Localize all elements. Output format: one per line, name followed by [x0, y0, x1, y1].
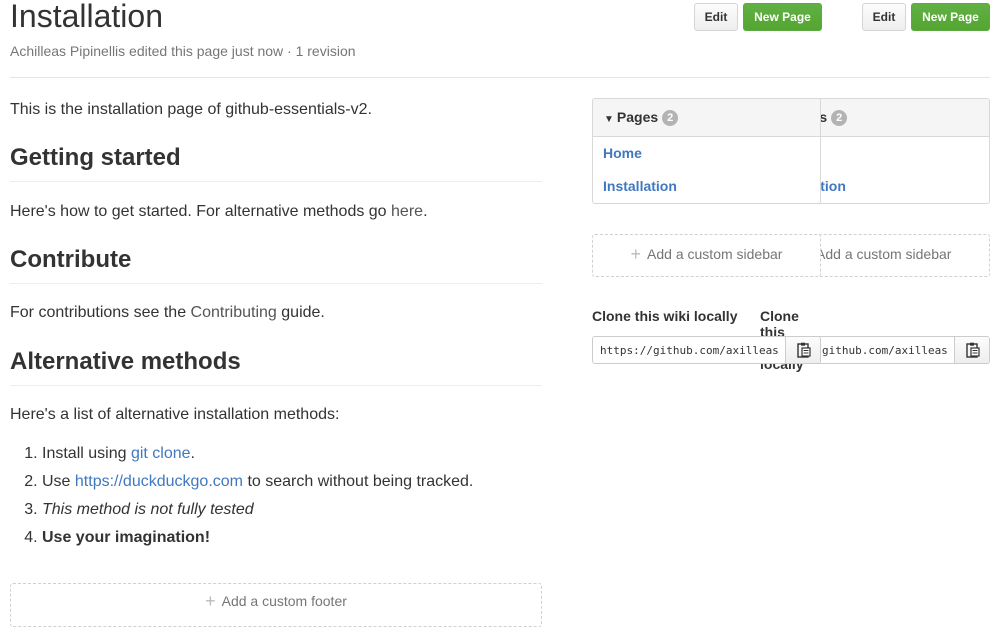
- clipboard-icon: [797, 342, 811, 358]
- contribute-text: For contributions see the Contributing g…: [10, 300, 325, 325]
- duckduckgo-link[interactable]: https://duckduckgo.com: [75, 473, 243, 490]
- caret-down-icon: ▼: [604, 114, 614, 125]
- list-item-text: to search without being tracked.: [243, 473, 474, 490]
- list-item-text: .: [190, 445, 195, 462]
- list-item: Install using git clone.: [42, 440, 473, 468]
- clone-title: Clone this wiki locally: [592, 308, 738, 324]
- header-divider: [10, 77, 990, 78]
- page-revision-meta: Achilleas Pipinellis edited this page ju…: [10, 43, 356, 59]
- add-custom-sidebar-button[interactable]: + Add a custom sidebar: [592, 234, 821, 277]
- clipboard-icon: [966, 342, 980, 358]
- pages-label: Pages: [616, 109, 659, 125]
- alternative-methods-text: Here's a list of alternative installatio…: [10, 406, 340, 423]
- new-page-button-duplicate[interactable]: New Page: [911, 3, 990, 31]
- copy-to-clipboard-button-duplicate[interactable]: [954, 337, 989, 363]
- contribute-text-after: guide.: [276, 304, 325, 321]
- list-item-text: Use your imagination!: [42, 529, 211, 546]
- add-custom-sidebar-label: Add a custom sidebar: [816, 246, 952, 262]
- heading-alternative-methods: Alternative methods: [10, 347, 542, 386]
- sidebar-pane: ▼ Pages 2 Home Installation + Add a custom …: [592, 0, 821, 625]
- contributing-link[interactable]: Contributing: [191, 304, 277, 321]
- page-link-label[interactable]: Installation: [603, 178, 677, 194]
- heading-contribute: Contribute: [10, 245, 542, 284]
- intro-text: This is the installation page of github-…: [10, 101, 372, 118]
- methods-list: Install using git clone. Use https://duc…: [10, 440, 473, 552]
- plus-icon: +: [205, 591, 216, 611]
- list-item-text: Use: [42, 473, 75, 490]
- list-item-text: Install using: [42, 445, 131, 462]
- heading-getting-started: Getting started: [10, 143, 542, 182]
- copy-to-clipboard-button[interactable]: [785, 337, 820, 363]
- page-link-installation[interactable]: Installation: [593, 170, 820, 203]
- add-custom-sidebar-label: Add a custom sidebar: [647, 246, 783, 262]
- page-title: Installation: [10, 0, 163, 34]
- getting-started-text-after: .: [423, 203, 428, 220]
- page-link-home[interactable]: Home: [593, 137, 820, 170]
- pages-header[interactable]: ▼ Pages 2: [593, 99, 820, 137]
- add-custom-footer-button[interactable]: + Add a custom footer: [10, 583, 542, 627]
- edit-button-duplicate[interactable]: Edit: [862, 3, 906, 31]
- getting-started-text: Here's how to get started. For alternati…: [10, 199, 428, 224]
- list-item: This method is not fully tested: [42, 496, 473, 524]
- pages-count-badge: 2: [662, 110, 679, 126]
- here-link[interactable]: here: [391, 203, 423, 220]
- contribute-text-before: For contributions see the: [10, 304, 191, 321]
- page-link-label[interactable]: Home: [603, 145, 642, 161]
- add-custom-footer-label: Add a custom footer: [221, 593, 347, 609]
- pages-box: ▼ Pages 2 Home Installation: [592, 98, 821, 204]
- pages-count-badge: 2: [831, 110, 848, 126]
- list-item-text: This method is not fully tested: [42, 501, 254, 518]
- list-item: Use your imagination!: [42, 524, 473, 552]
- clone-url-group: [592, 336, 821, 364]
- list-item: Use https://duckduckgo.com to search wit…: [42, 468, 473, 496]
- git-clone-link[interactable]: git clone: [131, 445, 191, 462]
- plus-icon: +: [630, 244, 642, 264]
- getting-started-text-before: Here's how to get started. For alternati…: [10, 203, 392, 220]
- clone-url-input[interactable]: [593, 337, 786, 363]
